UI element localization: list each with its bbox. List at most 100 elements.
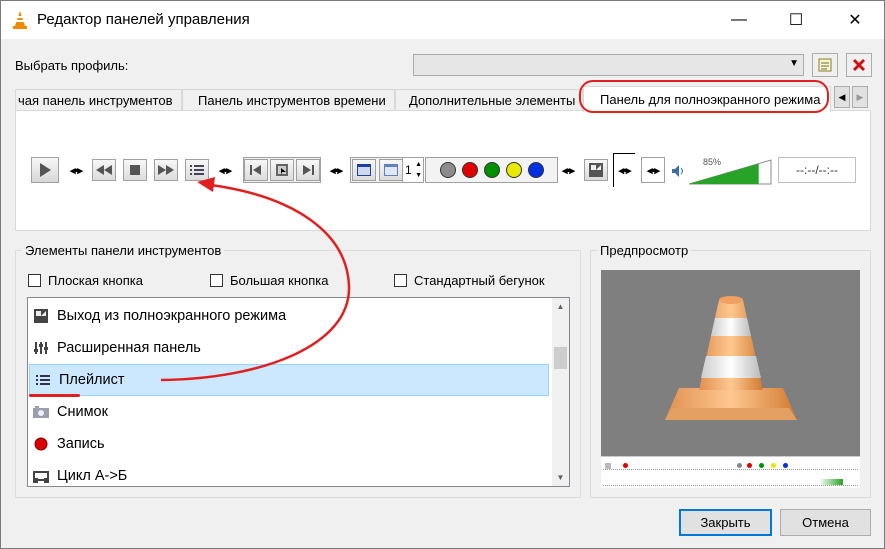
preview-volume-icon	[819, 479, 843, 485]
volume-slider[interactable]: 85%	[689, 155, 773, 185]
flat-button-checkbox[interactable]: Плоская кнопка	[28, 273, 143, 288]
preview-controls-strip	[601, 456, 860, 488]
tab-scroll-left-button[interactable]: ◀	[834, 86, 850, 108]
grey-circle-icon[interactable]	[439, 162, 456, 178]
scroll-thumb[interactable]	[554, 347, 567, 369]
loop-ab-icon	[33, 468, 49, 484]
toolbar-editor-window: Редактор панелей управления — ☐ ✕ Выбрат…	[0, 0, 885, 549]
tab-main-toolbar[interactable]: чая панель инструментов	[15, 89, 182, 111]
list-item[interactable]: Запись	[28, 428, 548, 460]
preview-video-area	[601, 270, 860, 456]
spacer-icon[interactable]: ◂•▸	[325, 159, 347, 181]
play-icon	[40, 163, 51, 177]
tab-advanced-elements[interactable]: Дополнительные элементы	[395, 89, 583, 111]
preview-play-icon	[605, 463, 611, 469]
green-circle-icon[interactable]	[483, 162, 500, 178]
preview-toolbar-row	[603, 461, 858, 470]
fullscreen-exit-slot[interactable]	[584, 159, 608, 181]
toolbar-layout-panel[interactable]: ◂•▸ ◂•▸ ◂•▸ 1 ▲ ▼ ◂•▸ ◂•▸ ◂•▸ 85% --:--/…	[15, 110, 871, 231]
frame-next-icon	[303, 165, 314, 175]
new-profile-button[interactable]	[812, 53, 838, 77]
play-button-slot[interactable]	[31, 157, 59, 183]
preview-yellow-dot-icon	[771, 463, 776, 468]
list-scrollbar[interactable]: ▲ ▼	[552, 298, 569, 486]
profile-label: Выбрать профиль:	[15, 58, 129, 73]
delete-icon	[852, 58, 866, 72]
spin-arrows-icon: ▲ ▼	[415, 161, 422, 179]
preview-red-dot-icon	[623, 463, 628, 468]
new-profile-icon	[818, 58, 832, 72]
minimize-icon: —	[731, 11, 747, 28]
minimize-button[interactable]: —	[716, 1, 762, 39]
window-alt-icon	[383, 164, 398, 176]
elements-group-title: Элементы панели инструментов	[22, 243, 225, 258]
spacer-icon[interactable]: ◂•▸	[613, 153, 635, 187]
color-buttons-group[interactable]	[425, 157, 558, 183]
list-item[interactable]: Плейлист	[29, 364, 549, 396]
profile-select[interactable]: ▼	[413, 54, 804, 76]
chevron-right-icon: ▶	[856, 91, 864, 102]
title-bar: Редактор панелей управления — ☐ ✕	[1, 1, 884, 39]
tab-scroll-right-button[interactable]: ▶	[852, 86, 868, 108]
record-icon	[33, 436, 49, 452]
list-item[interactable]: Расширенная панель	[28, 332, 548, 364]
annotation-oval	[579, 80, 829, 113]
preview-blue-dot-icon	[783, 463, 788, 468]
window-title: Редактор панелей управления	[37, 11, 250, 28]
spacer-icon[interactable]: ◂•▸	[65, 159, 87, 181]
prev-button-slot[interactable]	[92, 159, 116, 181]
vlc-cone-icon	[13, 11, 27, 29]
frame-back-icon	[250, 165, 261, 175]
frame-select-icon	[276, 164, 288, 176]
preview-group-title: Предпросмотр	[597, 243, 692, 258]
frame-controls-group[interactable]	[243, 157, 321, 183]
maximize-button[interactable]: ☐	[773, 1, 819, 39]
next-icon	[158, 165, 174, 175]
red-circle-icon[interactable]	[461, 162, 478, 178]
stop-button-slot[interactable]	[123, 159, 147, 181]
spin-box-value: 1	[405, 163, 412, 177]
playlist-icon	[190, 165, 204, 175]
window-slot-1[interactable]	[351, 159, 376, 181]
scroll-down-icon[interactable]: ▼	[552, 469, 569, 486]
window-icon	[356, 164, 371, 176]
fullscreen-exit-icon	[589, 163, 603, 177]
delete-profile-button[interactable]	[846, 53, 872, 77]
playlist-button-slot[interactable]	[185, 159, 209, 181]
fullscreen-exit-icon	[33, 308, 49, 324]
close-button[interactable]: Закрыть	[679, 509, 772, 536]
big-button-checkbox[interactable]: Большая кнопка	[210, 273, 328, 288]
window-slot-2[interactable]	[378, 159, 403, 181]
vlc-cone-logo	[665, 296, 797, 420]
close-window-button[interactable]: ✕	[832, 1, 878, 39]
frame-next-slot[interactable]	[296, 159, 320, 181]
list-item[interactable]: Выход из полноэкранного режима	[28, 300, 548, 332]
close-icon: ✕	[848, 12, 862, 29]
time-display[interactable]: --:--/--:--	[778, 157, 856, 183]
frame-select-slot[interactable]	[270, 159, 294, 181]
equalizer-icon	[33, 340, 49, 356]
previous-icon	[96, 165, 112, 175]
list-item[interactable]: Цикл А->Б	[28, 460, 548, 486]
blue-circle-icon[interactable]	[527, 162, 544, 178]
spin-box-slot[interactable]: 1 ▲ ▼	[402, 157, 424, 183]
spacer-icon[interactable]: ◂•▸	[557, 159, 579, 181]
preview-grey-dot-icon	[737, 463, 742, 468]
stop-icon	[130, 165, 140, 175]
frame-back-slot[interactable]	[244, 159, 268, 181]
spacer-icon[interactable]: ◂•▸	[641, 157, 665, 183]
cancel-button[interactable]: Отмена	[780, 509, 871, 536]
window-buttons-group[interactable]	[350, 157, 404, 183]
spacer-icon[interactable]: ◂•▸	[214, 159, 236, 181]
yellow-circle-icon[interactable]	[505, 162, 522, 178]
next-button-slot[interactable]	[154, 159, 178, 181]
tab-time-toolbar[interactable]: Панель инструментов времени	[182, 89, 395, 111]
snapshot-icon	[33, 404, 49, 420]
elements-list[interactable]: Выход из полноэкранного режима Расширенн…	[27, 297, 570, 487]
volume-speaker-icon[interactable]	[671, 164, 685, 178]
scroll-up-icon[interactable]: ▲	[552, 298, 569, 315]
native-slider-checkbox[interactable]: Стандартный бегунок	[394, 273, 545, 288]
annotation-underline	[29, 394, 80, 397]
list-item[interactable]: Снимок	[28, 396, 548, 428]
preview-red-dot-icon	[747, 463, 752, 468]
